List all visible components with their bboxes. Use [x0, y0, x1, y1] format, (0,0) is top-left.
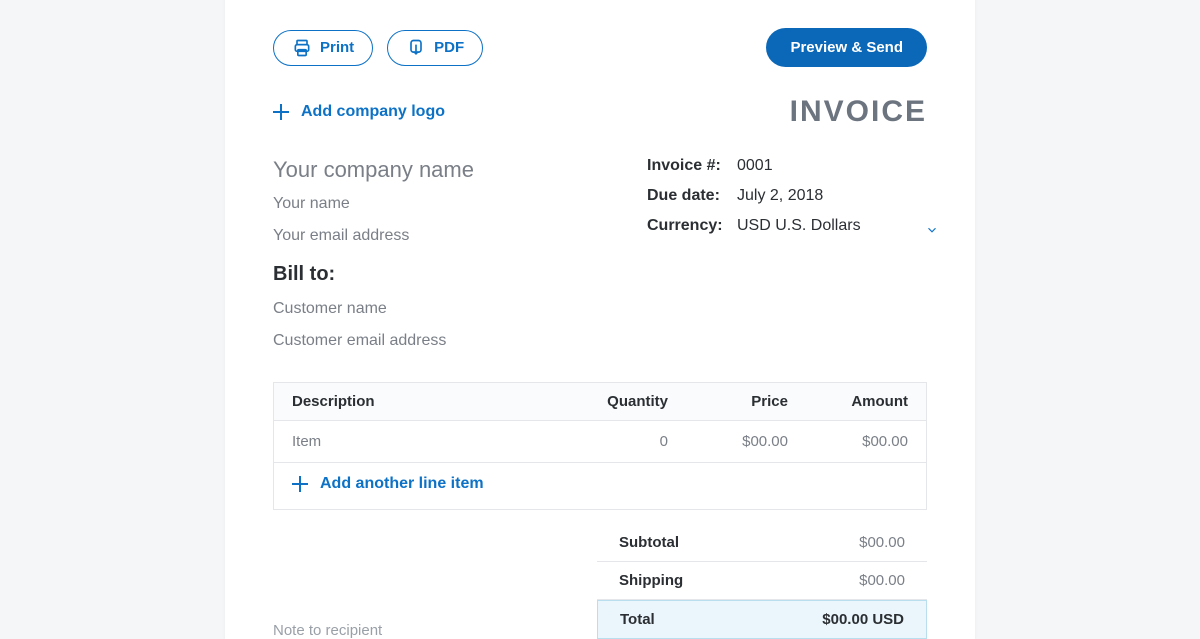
due-date-field: Due date: July 2, 2018 — [647, 187, 927, 205]
grand-total-row: Total $00.00 USD — [597, 600, 927, 639]
currency-field: Currency: USD U.S. Dollars — [647, 217, 927, 235]
invoice-meta-column: Invoice #: 0001 Due date: July 2, 2018 C… — [647, 157, 927, 364]
table-row: Item 0 $00.00 $00.00 — [274, 421, 926, 463]
header-description: Description — [292, 393, 568, 410]
item-amount-value: $00.00 — [788, 433, 908, 450]
chevron-down-icon[interactable] — [925, 223, 939, 237]
invoice-number-label: Invoice #: — [647, 157, 737, 175]
download-icon — [406, 38, 426, 58]
your-name-input[interactable]: Your name — [273, 195, 587, 213]
add-line-row: Add another line item — [274, 463, 926, 510]
line-items-table: Description Quantity Price Amount Item 0… — [273, 382, 927, 510]
preview-send-button[interactable]: Preview & Send — [766, 28, 927, 67]
totals-section: Note to recipient Subtotal $00.00 Shippi… — [273, 524, 927, 639]
currency-label: Currency: — [647, 217, 737, 235]
customer-email-input[interactable]: Customer email address — [273, 332, 587, 350]
logo-row: Add company logo INVOICE — [273, 95, 927, 129]
print-button[interactable]: Print — [273, 30, 373, 66]
due-date-label: Due date: — [647, 187, 737, 205]
item-description-input[interactable]: Item — [292, 433, 568, 450]
printer-icon — [292, 38, 312, 58]
toolbar-left: Print PDF — [273, 30, 483, 66]
add-company-logo-button[interactable]: Add company logo — [273, 103, 445, 121]
currency-select[interactable]: USD U.S. Dollars — [737, 217, 861, 235]
note-to-recipient-input[interactable]: Note to recipient — [273, 552, 557, 639]
header-quantity: Quantity — [568, 393, 668, 410]
plus-icon — [273, 104, 289, 120]
pdf-label: PDF — [434, 39, 464, 56]
item-price-input[interactable]: $00.00 — [668, 433, 788, 450]
add-line-item-button[interactable]: Add another line item — [292, 475, 484, 493]
shipping-row: Shipping $00.00 — [597, 562, 927, 600]
total-value: $00.00 USD — [822, 611, 904, 628]
company-column: Your company name Your name Your email a… — [273, 157, 587, 364]
your-email-input[interactable]: Your email address — [273, 227, 587, 245]
subtotal-row: Subtotal $00.00 — [597, 524, 927, 562]
plus-icon — [292, 476, 308, 492]
bill-to-heading: Bill to: — [273, 263, 587, 286]
add-line-item-label: Add another line item — [320, 475, 484, 493]
customer-name-input[interactable]: Customer name — [273, 300, 587, 318]
toolbar: Print PDF Preview & Send — [273, 28, 927, 67]
total-label: Total — [620, 611, 655, 628]
pdf-button[interactable]: PDF — [387, 30, 483, 66]
header-price: Price — [668, 393, 788, 410]
subtotal-value: $00.00 — [859, 534, 905, 551]
shipping-label: Shipping — [619, 572, 683, 589]
line-items-header: Description Quantity Price Amount — [274, 383, 926, 421]
meta-row: Your company name Your name Your email a… — [273, 157, 927, 364]
print-label: Print — [320, 39, 354, 56]
totals-table: Subtotal $00.00 Shipping $00.00 Total $0… — [597, 524, 927, 639]
due-date-input[interactable]: July 2, 2018 — [737, 187, 823, 205]
item-quantity-input[interactable]: 0 — [568, 433, 668, 450]
invoice-page: Print PDF Preview & Send Add company log… — [225, 0, 975, 639]
company-name-input[interactable]: Your company name — [273, 157, 587, 183]
header-amount: Amount — [788, 393, 908, 410]
invoice-number-field: Invoice #: 0001 — [647, 157, 927, 175]
shipping-value[interactable]: $00.00 — [859, 572, 905, 589]
document-title: INVOICE — [790, 95, 927, 129]
invoice-number-input[interactable]: 0001 — [737, 157, 773, 175]
preview-send-label: Preview & Send — [790, 39, 903, 56]
subtotal-label: Subtotal — [619, 534, 679, 551]
add-logo-label: Add company logo — [301, 103, 445, 121]
